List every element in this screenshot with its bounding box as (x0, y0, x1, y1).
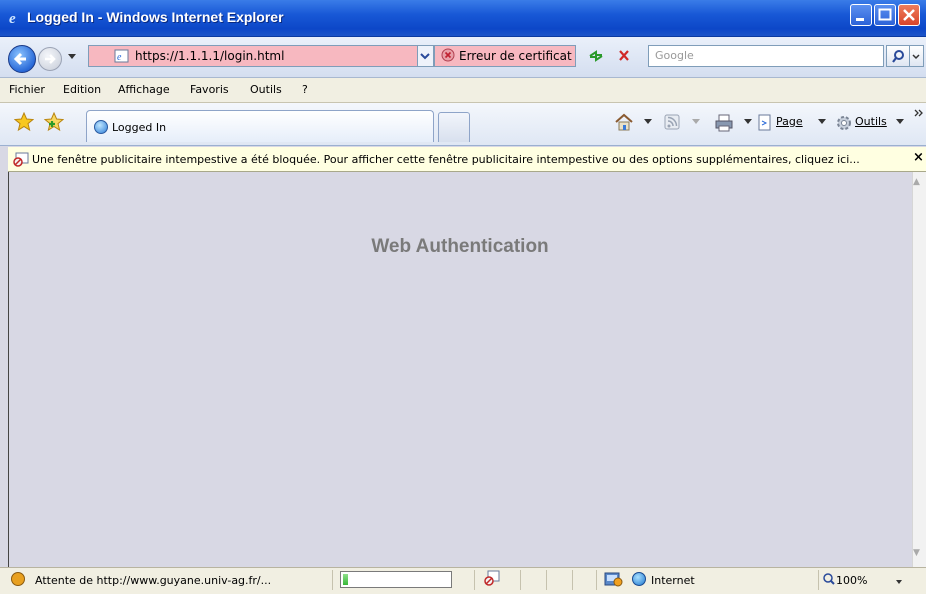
menu-edit[interactable]: Edition (63, 83, 101, 96)
search-icon (892, 50, 904, 63)
loading-progress-bar (340, 571, 452, 588)
page-menu-icon[interactable] (757, 114, 773, 132)
status-text: Attente de http://www.guyane.univ-ag.fr/… (35, 574, 272, 587)
status-divider (474, 570, 475, 590)
maximize-icon (878, 8, 892, 21)
page-menu-button[interactable]: Page (776, 115, 803, 128)
certificate-error-label: Erreur de certificat (459, 49, 572, 63)
chevron-down-icon[interactable] (818, 119, 826, 125)
protected-mode-icon[interactable] (604, 571, 624, 587)
tools-menu-button[interactable]: Outils (855, 115, 887, 128)
menu-help[interactable]: ? (302, 83, 308, 96)
status-divider (520, 570, 521, 590)
zoom-level[interactable]: 100% (836, 574, 867, 587)
search-placeholder: Google (655, 49, 694, 62)
menu-tools[interactable]: Outils (250, 83, 282, 96)
loading-icon (94, 120, 108, 134)
chevron-down-icon[interactable] (744, 119, 752, 125)
zoom-dropdown[interactable] (896, 580, 902, 584)
popup-blocked-icon[interactable] (484, 570, 500, 586)
security-zone-label[interactable]: Internet (651, 574, 695, 587)
refresh-icon (589, 50, 603, 62)
maximize-button[interactable] (874, 4, 896, 26)
chevron-right-double-icon[interactable] (914, 109, 924, 117)
popup-blocked-icon (13, 152, 29, 167)
forward-button[interactable] (38, 47, 62, 71)
svg-text:e: e (117, 52, 122, 63)
minimize-button[interactable] (850, 4, 872, 26)
feeds-icon[interactable] (664, 114, 682, 132)
forward-arrow-icon (45, 54, 56, 64)
status-divider (332, 570, 333, 590)
address-dropdown[interactable] (418, 45, 434, 67)
favorites-star-icon[interactable] (14, 112, 34, 132)
back-button[interactable] (8, 45, 36, 73)
menu-file[interactable]: Fichier (9, 83, 45, 96)
internet-zone-globe-icon[interactable] (632, 572, 646, 586)
address-url: https://1.1.1.1/login.html (135, 49, 285, 63)
stop-button[interactable] (612, 45, 636, 67)
chevron-down-icon (420, 53, 430, 60)
recent-pages-dropdown[interactable] (68, 54, 76, 59)
status-divider (596, 570, 597, 590)
info-bar-message[interactable]: Une fenêtre publicitaire intempestive a … (32, 153, 860, 166)
home-icon[interactable] (614, 112, 634, 132)
status-info-icon (11, 572, 25, 586)
page-content (8, 172, 913, 567)
close-icon (903, 9, 915, 21)
status-divider (818, 570, 819, 590)
tab-label: Logged In (112, 121, 167, 134)
new-tab-button[interactable] (438, 112, 470, 142)
stop-icon (619, 50, 629, 61)
vertical-scrollbar[interactable] (912, 172, 926, 567)
page-icon: e (114, 49, 129, 63)
ie-logo-icon: e (9, 11, 16, 25)
gear-icon[interactable] (835, 114, 853, 132)
add-favorite-icon[interactable] (44, 112, 64, 132)
scroll-down-arrow-icon[interactable]: ▼ (913, 548, 920, 558)
svg-text:e: e (9, 11, 16, 25)
window-title: Logged In - Windows Internet Explorer (27, 9, 284, 25)
menu-favorites[interactable]: Favoris (190, 83, 229, 96)
chevron-down-icon[interactable] (896, 119, 904, 125)
search-button[interactable] (886, 45, 910, 67)
status-divider (572, 570, 573, 590)
certificate-error-icon (441, 48, 455, 62)
info-bar-close-button[interactable]: × (913, 150, 924, 165)
page-heading: Web Authentication (371, 236, 549, 257)
minimize-icon (856, 18, 864, 21)
search-options-dropdown[interactable] (910, 45, 924, 67)
refresh-button[interactable] (584, 45, 608, 67)
chevron-down-icon[interactable] (644, 119, 652, 125)
status-divider (546, 570, 547, 590)
print-icon[interactable] (714, 113, 734, 133)
close-button[interactable] (898, 4, 920, 26)
progress-fill (343, 574, 348, 585)
zoom-icon[interactable] (823, 573, 835, 585)
menu-view[interactable]: Affichage (118, 83, 170, 96)
scroll-up-arrow-icon[interactable]: ▲ (913, 177, 920, 187)
chevron-down-icon (692, 119, 700, 124)
back-arrow-icon (13, 52, 26, 66)
chevron-down-icon (912, 54, 920, 60)
